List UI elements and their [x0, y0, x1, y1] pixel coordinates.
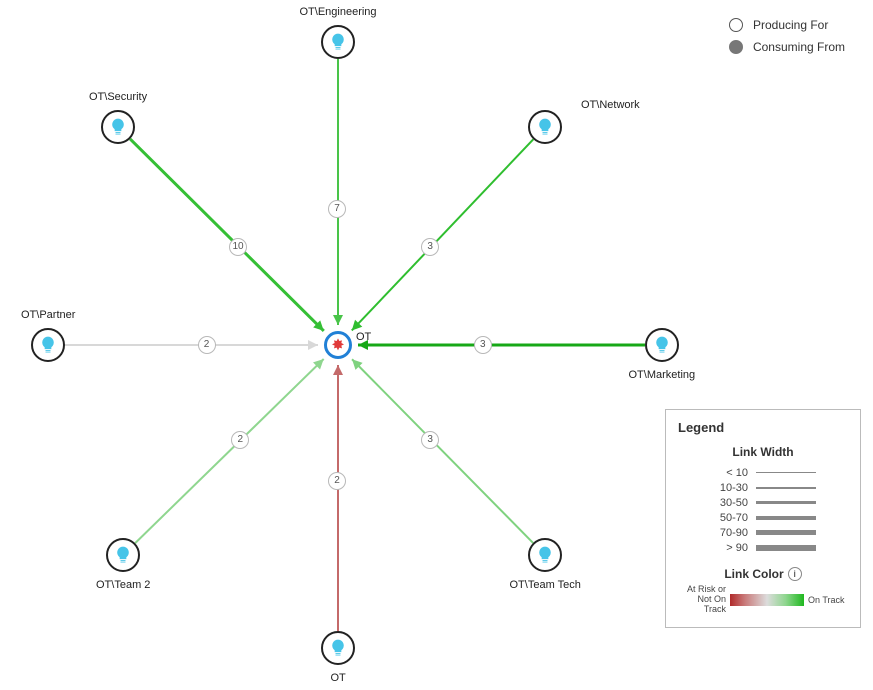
lightbulb-icon [652, 335, 672, 355]
legend-width-line [756, 487, 816, 489]
legend-width-label: 30-50 [710, 497, 748, 509]
legend-width-row: < 10 [678, 465, 848, 480]
color-gradient-bar [730, 594, 804, 606]
legend-linkcolor-title: Link Color i [678, 567, 848, 581]
center-node[interactable] [324, 331, 352, 359]
legend-width-row: 10-30 [678, 480, 848, 495]
node-label: OT\Marketing [629, 369, 696, 381]
lightbulb-icon [38, 335, 58, 355]
legend-width-row: 70-90 [678, 525, 848, 540]
node-label: OT\Partner [21, 309, 75, 321]
edge-arrowhead-icon [308, 340, 318, 350]
edge-line [130, 139, 324, 331]
node-label: OT\Security [89, 91, 147, 103]
legend-left-label: At Risk orNot On Track [678, 585, 726, 615]
legend-linkwidth-title: Link Width [678, 445, 848, 459]
circle-filled-icon [729, 40, 743, 54]
legend-width-label: 70-90 [710, 527, 748, 539]
edge-line [352, 359, 533, 543]
legend-color-gradient: At Risk orNot On Track On Track [678, 585, 848, 615]
lightbulb-icon [113, 545, 133, 565]
node-team2[interactable] [106, 538, 140, 572]
node-ot_bottom[interactable] [321, 631, 355, 665]
center-node-label: OT [356, 331, 371, 343]
node-engineering[interactable] [321, 25, 355, 59]
edge-count-badge: 2 [198, 336, 216, 354]
node-label: OT\Team Tech [510, 579, 581, 591]
legend-width-line [756, 501, 816, 504]
edge-count-badge: 10 [229, 238, 247, 256]
legend-right-label: On Track [808, 595, 848, 605]
info-icon[interactable]: i [788, 567, 802, 581]
objective-star-icon [330, 337, 346, 353]
legend-title: Legend [678, 420, 848, 435]
node-security[interactable] [101, 110, 135, 144]
edge-arrowhead-icon [333, 315, 343, 325]
legend-width-label: 50-70 [710, 512, 748, 524]
key-consuming: Consuming From [729, 40, 845, 54]
legend-width-row: 30-50 [678, 495, 848, 510]
lightbulb-icon [535, 545, 555, 565]
legend-width-label: > 90 [710, 542, 748, 554]
key-producing-label: Producing For [753, 18, 828, 32]
edge-arrowhead-icon [333, 365, 343, 375]
legend-width-line [756, 472, 816, 473]
circle-outline-icon [729, 18, 743, 32]
node-teamtech[interactable] [528, 538, 562, 572]
node-network[interactable] [528, 110, 562, 144]
legend-width-label: 10-30 [710, 482, 748, 494]
graph-key: Producing For Consuming From [729, 18, 845, 62]
node-label: OT\Team 2 [96, 579, 150, 591]
node-label: OT\Engineering [300, 6, 377, 18]
lightbulb-icon [108, 117, 128, 137]
edge-count-badge: 3 [421, 431, 439, 449]
edge-line [135, 359, 324, 543]
legend-width-line [756, 516, 816, 520]
legend-width-row: 50-70 [678, 510, 848, 525]
legend-width-label: < 10 [710, 467, 748, 479]
legend-panel: Legend Link Width < 10 10-30 30-50 50-70 70-… [665, 409, 861, 628]
legend-width-row: > 90 [678, 540, 848, 555]
edge-count-badge: 7 [328, 200, 346, 218]
lightbulb-icon [328, 638, 348, 658]
legend-width-line [756, 545, 816, 551]
node-partner[interactable] [31, 328, 65, 362]
lightbulb-icon [328, 32, 348, 52]
key-consuming-label: Consuming From [753, 40, 845, 54]
edge-line [352, 139, 534, 330]
node-label: OT\Network [581, 99, 640, 111]
edge-count-badge: 2 [231, 431, 249, 449]
node-label: OT [331, 672, 346, 684]
legend-width-line [756, 530, 816, 535]
edge-count-badge: 3 [474, 336, 492, 354]
key-producing: Producing For [729, 18, 845, 32]
node-marketing[interactable] [645, 328, 679, 362]
lightbulb-icon [535, 117, 555, 137]
edge-count-badge: 3 [421, 238, 439, 256]
